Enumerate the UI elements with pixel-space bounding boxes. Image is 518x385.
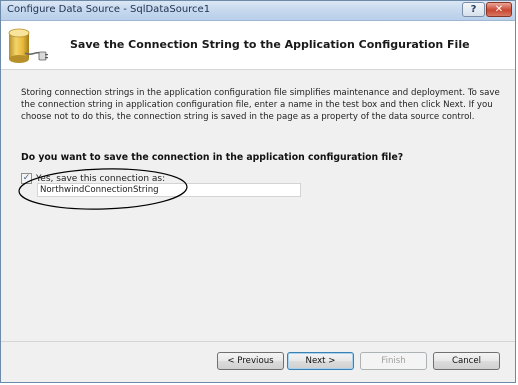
configure-data-source-dialog: Configure Data Source - SqlDataSource1 ?… xyxy=(0,0,516,383)
page-title: Save the Connection String to the Applic… xyxy=(70,38,470,51)
save-question-label: Do you want to save the connection in th… xyxy=(21,152,404,163)
title-bar[interactable]: Configure Data Source - SqlDataSource1 ?… xyxy=(1,1,515,21)
wizard-header: Save the Connection String to the Applic… xyxy=(1,21,515,70)
footer-divider xyxy=(1,341,515,342)
next-button[interactable]: Next > xyxy=(287,352,354,370)
finish-button[interactable]: Finish xyxy=(360,352,427,370)
connection-string-name-input[interactable] xyxy=(37,183,301,197)
close-button[interactable]: ✕ xyxy=(486,2,512,17)
help-button[interactable]: ? xyxy=(462,2,485,17)
save-connection-checkbox[interactable]: ✓ xyxy=(21,173,32,184)
save-connection-label[interactable]: Yes, save this connection as: xyxy=(36,174,165,184)
database-connection-icon xyxy=(8,28,48,63)
description-text: Storing connection strings in the applic… xyxy=(21,88,500,122)
window-title: Configure Data Source - SqlDataSource1 xyxy=(7,4,211,15)
previous-button[interactable]: < Previous xyxy=(217,352,284,370)
save-connection-option[interactable]: ✓ Yes, save this connection as: xyxy=(21,168,165,184)
cancel-button[interactable]: Cancel xyxy=(433,352,500,370)
